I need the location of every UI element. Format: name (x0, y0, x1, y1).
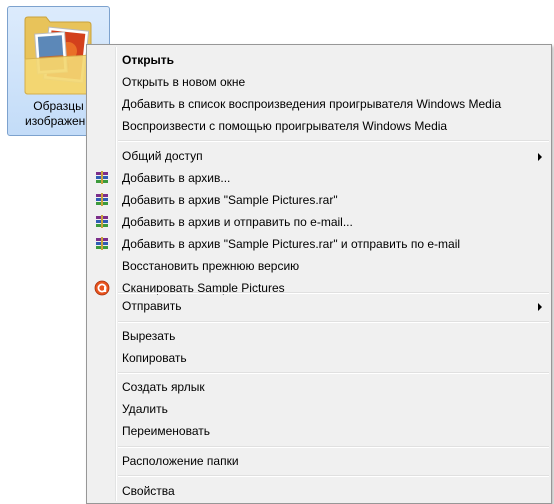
menu-item-label: Добавить в архив "Sample Pictures.rar" (122, 193, 338, 207)
menu-item-send-to[interactable]: Отправить (89, 295, 549, 317)
folder-pictures-icon (24, 16, 92, 95)
menu-item-label: Добавить в архив "Sample Pictures.rar" и… (122, 237, 461, 251)
menu-item-label: Создать ярлык (122, 380, 205, 394)
menu-item-play-with-wmp[interactable]: Воспроизвести с помощью проигрывателя Wi… (89, 115, 549, 137)
menu-item-label: Открыть в новом окне (122, 75, 246, 89)
menu-item-add-to-sample-pictures-rar[interactable]: Добавить в архив "Sample Pictures.rar" (89, 189, 549, 211)
menu-separator (118, 321, 549, 323)
menu-item-label: Добавить в список воспроизведения проигр… (122, 97, 502, 111)
menu-item-label: Добавить в архив и отправить по e-mail..… (122, 215, 353, 229)
menu-item-cut[interactable]: Вырезать (89, 325, 549, 347)
menu-item-label: Копировать (122, 351, 187, 365)
menu-item-open[interactable]: Открыть (89, 49, 549, 71)
winrar-books-icon (96, 215, 108, 228)
menu-item-copy[interactable]: Копировать (89, 347, 549, 369)
menu-item-label: Воспроизвести с помощью проигрывателя Wi… (122, 119, 448, 133)
menu-item-label: Общий доступ (122, 149, 203, 163)
menu-item-label: Добавить в архив... (122, 171, 231, 185)
antivirus-scan-icon (94, 280, 110, 296)
context-menu: Открыть Открыть в новом окне Добавить в … (86, 44, 552, 504)
menu-separator (118, 140, 549, 142)
menu-item-add-to-archive-and-email[interactable]: Добавить в архив и отправить по e-mail..… (89, 211, 549, 233)
menu-separator (118, 372, 549, 374)
menu-item-add-to-wmp-playlist[interactable]: Добавить в список воспроизведения проигр… (89, 93, 549, 115)
menu-item-folder-location[interactable]: Расположение папки (89, 450, 549, 472)
winrar-books-icon (96, 193, 108, 206)
desktop: Образцы изображени Открыть Открыть в нов… (0, 0, 554, 504)
chevron-right-icon (538, 153, 542, 161)
menu-separator (118, 292, 549, 294)
winrar-books-icon (96, 237, 108, 250)
menu-item-rename[interactable]: Переименовать (89, 420, 549, 442)
menu-item-add-to-archive[interactable]: Добавить в архив... (89, 167, 549, 189)
menu-item-label: Восстановить прежнюю версию (122, 259, 300, 273)
menu-item-label: Вырезать (122, 329, 176, 343)
menu-separator (118, 475, 549, 477)
menu-item-properties[interactable]: Свойства (89, 480, 549, 502)
menu-separator (118, 446, 549, 448)
menu-item-delete[interactable]: Удалить (89, 398, 549, 420)
chevron-right-icon (538, 303, 542, 311)
menu-item-label: Расположение папки (122, 454, 239, 468)
menu-item-label: Отправить (122, 299, 182, 313)
menu-item-share[interactable]: Общий доступ (89, 145, 549, 167)
menu-item-open-new-window[interactable]: Открыть в новом окне (89, 71, 549, 93)
menu-item-create-shortcut[interactable]: Создать ярлык (89, 376, 549, 398)
menu-item-add-to-rar-and-email[interactable]: Добавить в архив "Sample Pictures.rar" и… (89, 233, 549, 255)
menu-item-label: Удалить (122, 402, 168, 416)
menu-item-label: Открыть (122, 53, 175, 67)
menu-item-label: Свойства (122, 484, 175, 498)
menu-item-restore-previous-version[interactable]: Восстановить прежнюю версию (89, 255, 549, 277)
menu-item-label: Переименовать (122, 424, 210, 438)
winrar-books-icon (96, 171, 108, 184)
